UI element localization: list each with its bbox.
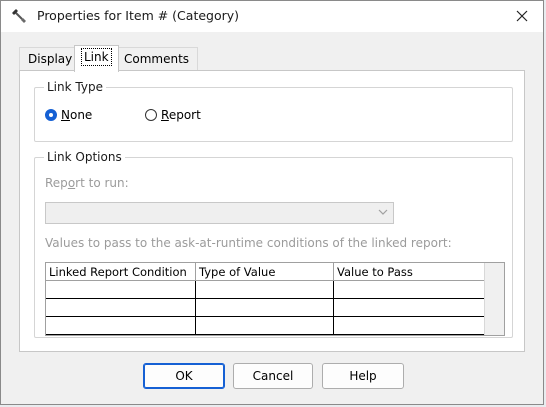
grid-cell[interactable]: [46, 299, 196, 317]
wrench-hammer-icon: [11, 8, 27, 24]
title-bar[interactable]: Properties for Item # (Category): [1, 1, 543, 32]
link-options-legend: Link Options: [47, 150, 122, 164]
report-to-run-dropdown[interactable]: [45, 202, 394, 224]
link-options-group: Link Options Report to run: Values to pa…: [34, 150, 513, 338]
link-type-group: Link Type None Report: [34, 80, 513, 142]
tab-label: Comments: [124, 52, 190, 66]
column-header[interactable]: Value to Pass: [334, 263, 485, 281]
tab-label: Link: [81, 48, 112, 66]
tab-link[interactable]: Link: [74, 45, 119, 72]
grid-cell[interactable]: [196, 281, 334, 299]
help-button[interactable]: Help: [322, 363, 404, 389]
radio-unselected-icon: [145, 109, 157, 121]
radio-report[interactable]: Report: [145, 108, 201, 122]
link-tab-panel: Link Type None Report Link Options Repor…: [19, 70, 525, 352]
radio-report-label: Report: [161, 108, 201, 122]
tab-display[interactable]: Display: [19, 47, 82, 71]
grid-scrollbar[interactable]: [484, 263, 504, 335]
properties-dialog: Properties for Item # (Category) Display…: [0, 0, 544, 405]
report-to-run-label: Report to run:: [45, 176, 129, 190]
grid-cell[interactable]: [46, 281, 196, 299]
grid-cell[interactable]: [334, 299, 485, 317]
radio-none-label: None: [61, 108, 93, 122]
window-title: Properties for Item # (Category): [37, 8, 240, 23]
grid-cell[interactable]: [334, 317, 485, 335]
column-header[interactable]: Linked Report Condition: [46, 263, 196, 281]
column-header[interactable]: Type of Value: [196, 263, 334, 281]
conditions-grid[interactable]: Linked Report Condition Type of Value Va…: [45, 262, 505, 336]
grid-cell[interactable]: [46, 317, 196, 335]
close-icon: [516, 10, 528, 22]
cancel-button[interactable]: Cancel: [233, 363, 313, 389]
tab-comments[interactable]: Comments: [115, 47, 199, 71]
grid-cell[interactable]: [196, 317, 334, 335]
link-type-legend: Link Type: [47, 80, 103, 94]
chevron-down-icon: [377, 206, 389, 221]
grid-cell[interactable]: [196, 299, 334, 317]
radio-selected-icon: [45, 109, 57, 121]
close-button[interactable]: [509, 4, 535, 28]
ok-button[interactable]: OK: [143, 363, 225, 389]
values-to-pass-label: Values to pass to the ask-at-runtime con…: [45, 236, 452, 250]
radio-none[interactable]: None: [45, 108, 92, 122]
tab-label: Display: [28, 52, 73, 66]
grid-cell[interactable]: [334, 281, 485, 299]
